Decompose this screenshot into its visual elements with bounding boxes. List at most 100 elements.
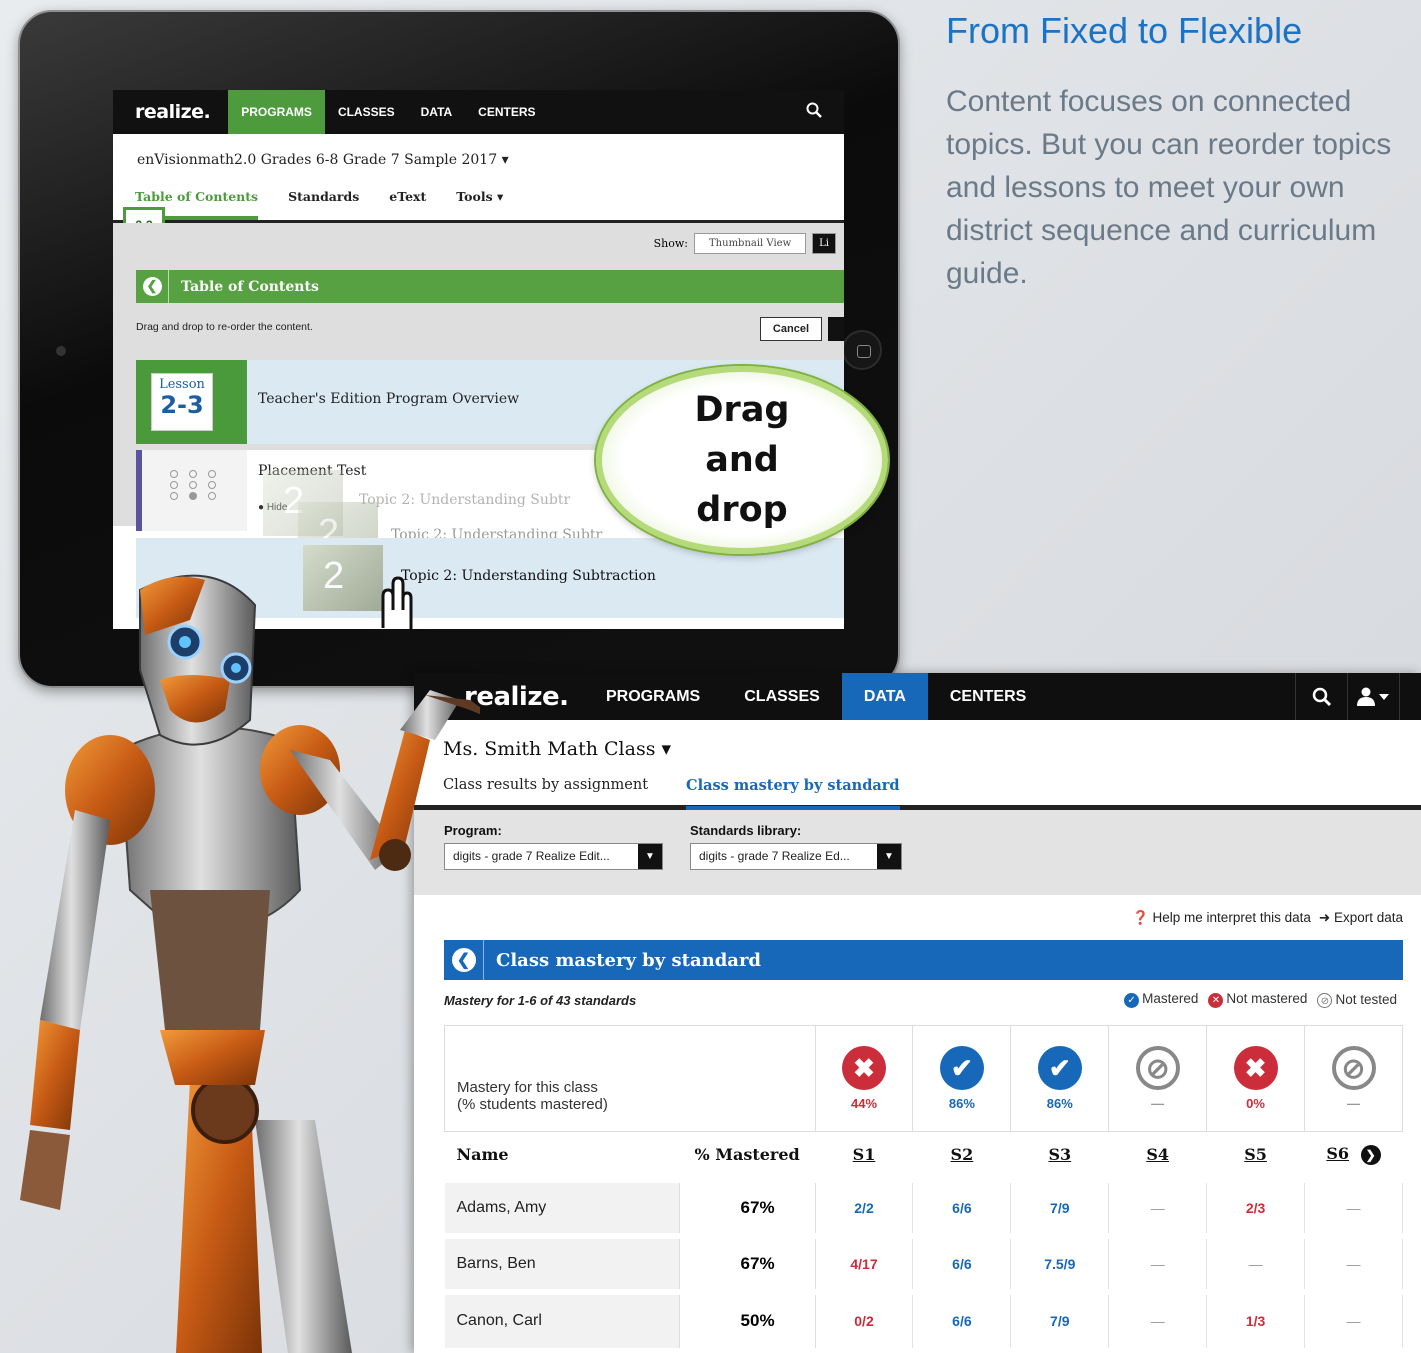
mastery-pct: 0% [1246, 1096, 1265, 1111]
library-select-value: digits - grade 7 Realize Ed... [699, 849, 850, 863]
back-arrow-icon: ❮ [142, 277, 162, 296]
user-menu-icon[interactable] [1347, 673, 1399, 720]
toc-title: Table of Contents [181, 278, 319, 295]
class-mastery-label-line1: Mastery for this class [457, 1079, 598, 1096]
library-filter: Standards library: digits - grade 7 Real… [690, 823, 902, 870]
tab-standards[interactable]: Standards [288, 189, 359, 204]
help-link-label: Help me interpret this data [1152, 910, 1311, 925]
question-icon: ❓ [1131, 910, 1149, 925]
score-cell-s4[interactable]: — [1108, 1288, 1208, 1348]
legend-mastered-label: Mastered [1142, 991, 1199, 1006]
tablet-nav-classes[interactable]: CLASSES [325, 90, 408, 134]
toc-header-bar: ❮ Table of Contents [136, 270, 844, 303]
tablet-tab-bar: Table of Contents Standards eText Tools … [113, 181, 844, 223]
tablet-nav-data[interactable]: DATA [408, 90, 466, 134]
legend-mastered: ✓ Mastered [1124, 991, 1198, 1008]
score-cell-s5[interactable]: 2/3 [1206, 1176, 1306, 1236]
score-cell-s6[interactable]: — [1304, 1176, 1403, 1236]
mastery-pct: 86% [1046, 1096, 1073, 1111]
score-cell-s3[interactable]: 7.5/9 [1010, 1232, 1110, 1292]
nav-classes[interactable]: CLASSES [722, 673, 842, 720]
legend-not-tested-label: Not tested [1335, 991, 1397, 1007]
score-cell-s5[interactable]: — [1206, 1232, 1306, 1292]
header-pct-mastered[interactable]: % Mastered [679, 1132, 815, 1180]
robot-illustration [20, 574, 480, 1353]
score-cell-s1[interactable]: 0/2 [815, 1288, 914, 1348]
score-cell-s1[interactable]: 4/17 [815, 1232, 914, 1292]
tablet-nav-centers[interactable]: CENTERS [465, 90, 548, 134]
table-row[interactable]: Adams, Amy 67% 2/2 6/6 7/9—2/3— [444, 1176, 1403, 1236]
dashboard-tab-bar: Class results by assignment Class master… [414, 772, 1421, 810]
save-button[interactable] [828, 317, 844, 341]
score-cell-s3[interactable]: 7/9 [1010, 1176, 1110, 1236]
tab-class-mastery[interactable]: Class mastery by standard [686, 777, 900, 810]
score-cell-s2[interactable]: 6/6 [912, 1232, 1012, 1292]
student-pct-mastered: 67% [678, 1176, 816, 1236]
next-arrow-icon[interactable]: ❯ [1360, 1144, 1381, 1165]
mastery-legend: ✓ Mastered ✕ Not mastered ⊘ Not tested [1124, 991, 1397, 1008]
score-cell-s4[interactable]: — [1108, 1176, 1208, 1236]
search-icon[interactable] [806, 102, 844, 123]
mastery-cell-s6: ⊘ — [1304, 1025, 1403, 1132]
export-link[interactable]: ➜ Export data [1319, 910, 1403, 926]
class-selector[interactable]: Ms. Smith Math Class ▾ [414, 720, 1421, 772]
table-header-row: Name % Mastered S1 S2 S3 S4 S5 S6 ❯ [445, 1132, 1403, 1180]
score-cell-s5[interactable]: 1/3 [1206, 1288, 1306, 1348]
score-cell-s1[interactable]: 2/2 [815, 1176, 914, 1236]
nav-right-icons [1295, 673, 1421, 720]
nav-programs[interactable]: PROGRAMS [584, 673, 722, 720]
lesson-badge-number: 2-3 [160, 391, 204, 419]
mastery-cell-s2: ✔ 86% [912, 1025, 1012, 1132]
drag-and-drop-callout: Drag and drop [596, 366, 888, 554]
header-s2[interactable]: S2 [913, 1132, 1011, 1180]
cancel-button[interactable]: Cancel [759, 317, 822, 341]
table-row[interactable]: Canon, Carl 50% 0/2 6/6 7/9—1/3— [444, 1288, 1403, 1348]
library-select[interactable]: digits - grade 7 Realize Ed... ▼ [690, 843, 902, 870]
chevron-down-icon: ▼ [638, 844, 662, 869]
help-links: ❓ Help me interpret this data ➜ Export d… [1132, 910, 1403, 926]
drag-instruction-row: Drag and drop to re-order the content. C… [136, 313, 844, 363]
mastery-title: Class mastery by standard [496, 949, 762, 971]
header-s3[interactable]: S3 [1011, 1132, 1109, 1180]
mastery-table: Mastery for this class (% students maste… [444, 1025, 1403, 1348]
student-pct-mastered: 50% [678, 1288, 816, 1348]
realize-logo[interactable]: realize. [113, 101, 228, 123]
header-s1[interactable]: S1 [815, 1132, 913, 1180]
legend-not-tested: ⊘ Not tested [1317, 992, 1397, 1008]
no-symbol-icon: ⊘ [1331, 1046, 1376, 1090]
lesson-thumbnail: Lesson 2-3 [136, 360, 247, 444]
thumbnail-view-button[interactable]: Thumbnail View [694, 233, 807, 254]
x-circle-icon: ✖ [842, 1046, 886, 1090]
export-icon: ➜ [1318, 910, 1331, 925]
list-view-button[interactable]: Li [812, 233, 836, 254]
mastery-cell-s1: ✖ 44% [814, 1025, 914, 1132]
nav-data[interactable]: DATA [841, 673, 928, 720]
tab-tools[interactable]: Tools ▾ [456, 189, 503, 204]
score-cell-s6[interactable]: — [1304, 1232, 1403, 1292]
export-link-label: Export data [1333, 910, 1403, 925]
table-row[interactable]: Barns, Ben 67% 4/17 6/6 7.5/9— — — [444, 1232, 1403, 1292]
course-title-dropdown[interactable]: enVisionmath2.0 Grades 6-8 Grade 7 Sampl… [113, 134, 844, 181]
score-cell-s3[interactable]: 7/9 [1010, 1288, 1110, 1348]
mastery-dashboard: realize. PROGRAMS CLASSES DATA CENTERS M… [414, 673, 1421, 1353]
legend-not-mastered: ✕ Not mastered [1208, 991, 1307, 1008]
class-mastery-label: Mastery for this class (% students maste… [444, 1025, 816, 1132]
class-mastery-label-line2: (% students mastered) [457, 1096, 608, 1113]
promo-title: From Fixed to Flexible [946, 10, 1303, 51]
score-cell-s2[interactable]: 6/6 [912, 1288, 1012, 1348]
tab-etext[interactable]: eText [389, 189, 426, 204]
nav-centers[interactable]: CENTERS [928, 673, 1048, 720]
tablet-nav-programs[interactable]: PROGRAMS [228, 90, 325, 134]
score-cell-s2[interactable]: 6/6 [912, 1176, 1012, 1236]
student-rows: Adams, Amy 67% 2/2 6/6 7/9—2/3— Barns, Ben 67%… [444, 1176, 1403, 1348]
back-button[interactable]: ❮ [136, 270, 169, 303]
header-s6[interactable]: S6 [1326, 1144, 1349, 1163]
legend-not-mastered-label: Not mastered [1226, 991, 1308, 1006]
search-icon[interactable] [1295, 673, 1347, 720]
score-cell-s6[interactable]: — [1304, 1288, 1403, 1348]
help-link[interactable]: ❓ Help me interpret this data [1132, 910, 1311, 926]
score-cell-s4[interactable]: — [1108, 1232, 1208, 1292]
tablet-home-button[interactable] [842, 330, 882, 370]
header-s4[interactable]: S4 [1109, 1132, 1207, 1180]
header-s5[interactable]: S5 [1207, 1132, 1305, 1180]
